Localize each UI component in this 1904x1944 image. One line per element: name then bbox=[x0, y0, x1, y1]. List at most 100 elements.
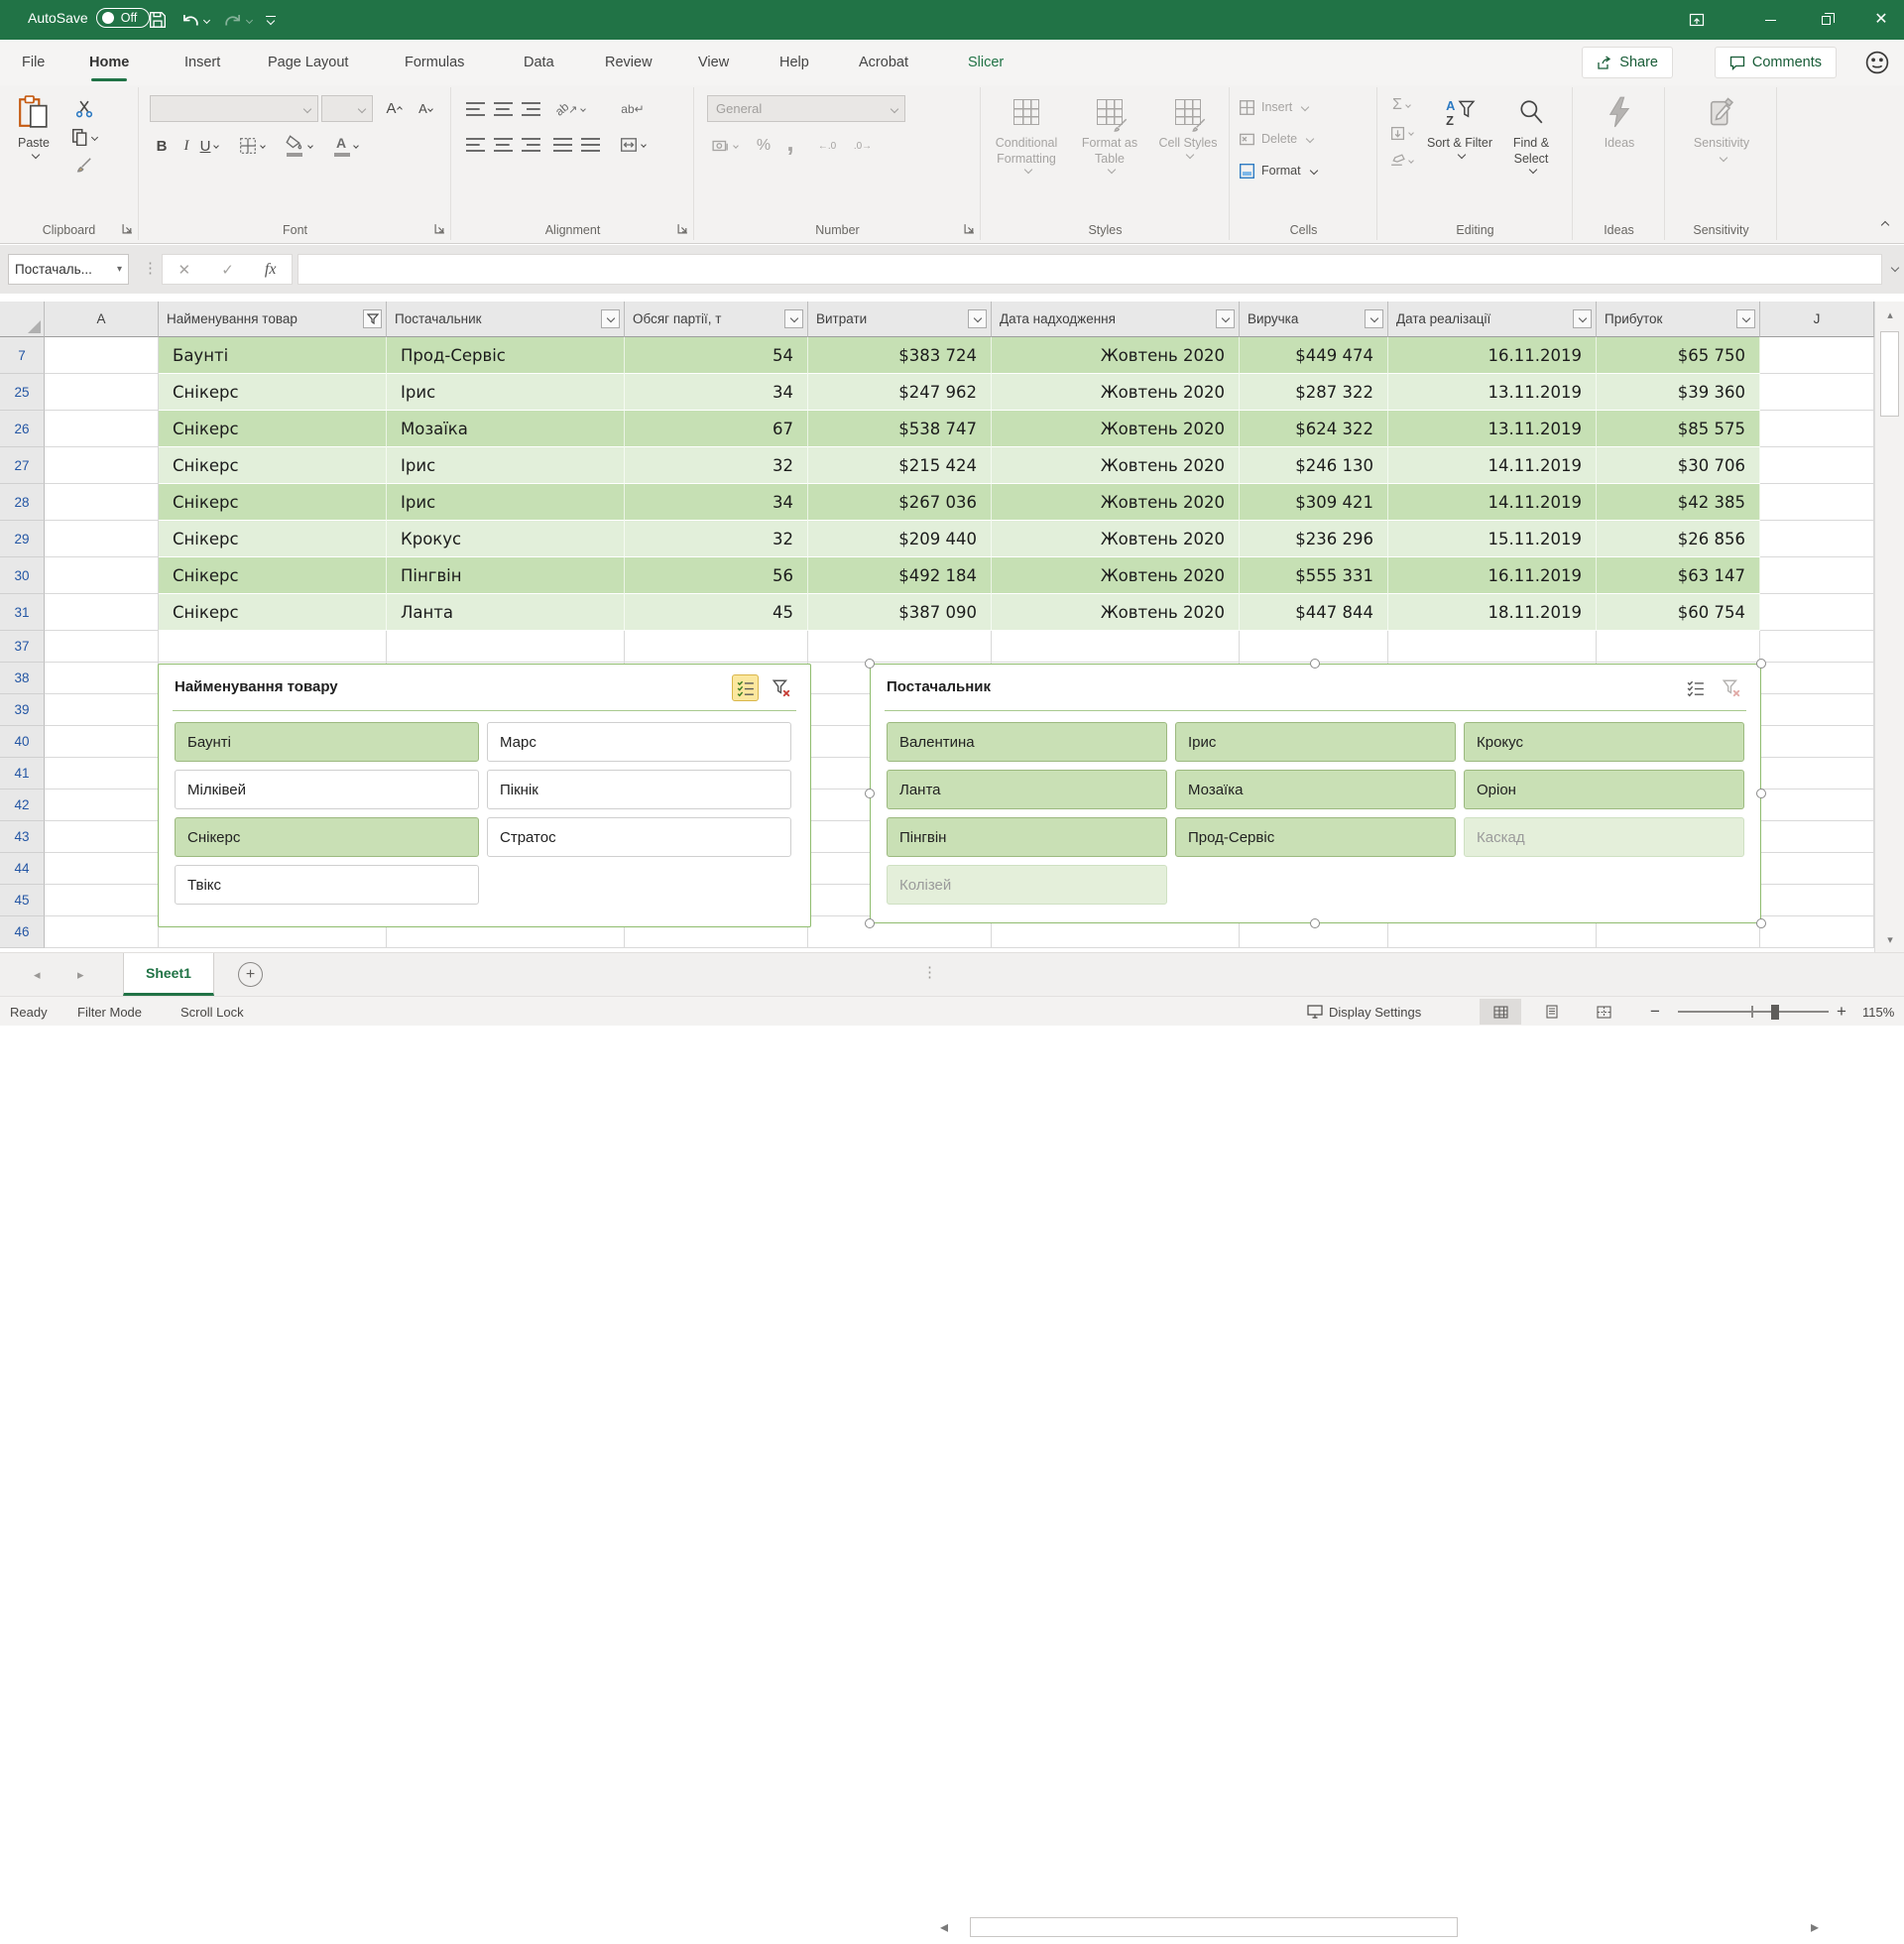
cell-product[interactable]: Снікерс bbox=[159, 521, 387, 557]
name-box[interactable]: Постачаль... ▾ bbox=[8, 254, 129, 285]
page-break-view-button[interactable] bbox=[1583, 999, 1624, 1025]
cell[interactable] bbox=[992, 631, 1240, 663]
vertical-scroll-thumb[interactable] bbox=[1880, 331, 1899, 417]
resize-handle[interactable] bbox=[1310, 659, 1320, 668]
slicer-item[interactable]: Баунті bbox=[175, 722, 479, 762]
copy-button[interactable] bbox=[71, 125, 97, 149]
resize-handle[interactable] bbox=[865, 659, 875, 668]
vertical-scrollbar[interactable]: ▴ ▾ bbox=[1874, 302, 1904, 952]
cell-revenue[interactable]: $555 331 bbox=[1240, 557, 1388, 594]
tab-scroll-splitter[interactable]: ⋮ bbox=[922, 963, 937, 981]
slicer-item[interactable]: Колізей bbox=[887, 865, 1167, 905]
zoom-out-button[interactable]: − bbox=[1650, 997, 1660, 1027]
cell-receipt-date[interactable]: Жовтень 2020 bbox=[992, 557, 1240, 594]
cell[interactable] bbox=[1760, 411, 1874, 447]
merge-center-button[interactable] bbox=[611, 133, 654, 157]
horizontal-scroll-thumb[interactable] bbox=[970, 1917, 1458, 1937]
cell[interactable] bbox=[45, 885, 159, 916]
scroll-down-button[interactable]: ▾ bbox=[1875, 926, 1904, 952]
borders-button[interactable] bbox=[235, 133, 269, 159]
row-number[interactable]: 25 bbox=[0, 374, 45, 411]
orientation-button[interactable]: ab ↗ bbox=[551, 97, 589, 121]
comma-style-button[interactable]: , bbox=[780, 129, 800, 155]
resize-handle[interactable] bbox=[1756, 789, 1766, 798]
cell-product[interactable]: Снікерс bbox=[159, 447, 387, 484]
cell[interactable] bbox=[387, 631, 625, 663]
sensitivity-button[interactable]: Sensitivity bbox=[1680, 93, 1763, 161]
font-size-combo[interactable] bbox=[321, 95, 373, 122]
cell[interactable] bbox=[45, 411, 159, 447]
scroll-up-button[interactable]: ▴ bbox=[1875, 302, 1904, 327]
cell-supplier[interactable]: Мозаїка bbox=[387, 411, 625, 447]
cell-profit[interactable]: $39 360 bbox=[1597, 374, 1760, 411]
row-number[interactable]: 39 bbox=[0, 694, 45, 726]
scroll-right-button[interactable]: ▸ bbox=[1811, 1917, 1819, 1937]
cell[interactable] bbox=[1760, 853, 1874, 885]
zoom-level-button[interactable]: 115% bbox=[1862, 997, 1894, 1027]
cell-receipt-date[interactable]: Жовтень 2020 bbox=[992, 484, 1240, 521]
tab-insert[interactable]: Insert bbox=[180, 40, 224, 85]
insert-cells-button[interactable]: Insert bbox=[1239, 95, 1308, 119]
cell-sale-date[interactable]: 16.11.2019 bbox=[1388, 557, 1597, 594]
filter-dropdown-button[interactable] bbox=[1365, 309, 1383, 328]
column-header-revenue[interactable]: Виручка bbox=[1240, 302, 1388, 337]
row-number[interactable]: 26 bbox=[0, 411, 45, 447]
resize-handle[interactable] bbox=[1756, 659, 1766, 668]
slicer-item[interactable]: Ланта bbox=[887, 770, 1167, 809]
cell[interactable] bbox=[45, 853, 159, 885]
ideas-button[interactable]: Ideas bbox=[1588, 93, 1651, 152]
cell-product[interactable]: Снікерс bbox=[159, 484, 387, 521]
cell-revenue[interactable]: $236 296 bbox=[1240, 521, 1388, 557]
cell[interactable] bbox=[45, 374, 159, 411]
slicer-item[interactable]: Стратос bbox=[487, 817, 791, 857]
feedback-smiley-button[interactable] bbox=[1864, 50, 1890, 75]
column-header-a[interactable]: A bbox=[45, 302, 159, 337]
cell-styles-button[interactable]: Cell Styles bbox=[1152, 93, 1224, 158]
name-box-splitter[interactable]: ⋮ bbox=[143, 259, 159, 277]
select-all-corner[interactable] bbox=[0, 302, 45, 337]
filter-dropdown-button[interactable] bbox=[1573, 309, 1592, 328]
cell-expenses[interactable]: $209 440 bbox=[808, 521, 992, 557]
cell-receipt-date[interactable]: Жовтень 2020 bbox=[992, 521, 1240, 557]
tab-home[interactable]: Home bbox=[85, 40, 133, 85]
cell-expenses[interactable]: $267 036 bbox=[808, 484, 992, 521]
align-left-button[interactable] bbox=[462, 133, 488, 157]
expand-formula-bar-button[interactable] bbox=[1891, 264, 1899, 272]
cell-volume[interactable]: 56 bbox=[625, 557, 808, 594]
collapse-ribbon-button[interactable] bbox=[1872, 216, 1894, 234]
horizontal-scrollbar[interactable]: ◂ ▸ bbox=[940, 1910, 1857, 1944]
tab-data[interactable]: Data bbox=[520, 40, 558, 85]
tab-acrobat[interactable]: Acrobat bbox=[855, 40, 912, 85]
cell-volume[interactable]: 34 bbox=[625, 374, 808, 411]
enter-button[interactable]: ✓ bbox=[221, 261, 234, 279]
prev-sheet-button[interactable]: ◂ bbox=[34, 953, 41, 996]
cell-product[interactable]: Снікерс bbox=[159, 374, 387, 411]
row-number[interactable]: 29 bbox=[0, 521, 45, 557]
cell-profit[interactable]: $42 385 bbox=[1597, 484, 1760, 521]
cell[interactable] bbox=[1760, 594, 1874, 631]
clear-button[interactable] bbox=[1384, 149, 1418, 173]
format-as-table-button[interactable]: Format as Table bbox=[1071, 93, 1148, 173]
cell-revenue[interactable]: $309 421 bbox=[1240, 484, 1388, 521]
tab-formulas[interactable]: Formulas bbox=[401, 40, 468, 85]
cell-supplier[interactable]: Прод-Сервіс bbox=[387, 337, 625, 374]
sheet-tab-sheet1[interactable]: Sheet1 bbox=[123, 953, 214, 996]
cell-sale-date[interactable]: 18.11.2019 bbox=[1388, 594, 1597, 631]
clipboard-dialog-launcher[interactable] bbox=[122, 223, 133, 234]
format-painter-button[interactable] bbox=[71, 153, 97, 177]
cell-profit[interactable]: $63 147 bbox=[1597, 557, 1760, 594]
cell-profit[interactable]: $85 575 bbox=[1597, 411, 1760, 447]
cell-expenses[interactable]: $383 724 bbox=[808, 337, 992, 374]
slicer-item[interactable]: Мозаїка bbox=[1175, 770, 1456, 809]
row-number[interactable]: 42 bbox=[0, 790, 45, 821]
decrease-indent-button[interactable] bbox=[549, 133, 575, 157]
slicer-item[interactable]: Крокус bbox=[1464, 722, 1744, 762]
resize-handle[interactable] bbox=[1756, 918, 1766, 928]
zoom-slider-track[interactable] bbox=[1678, 1011, 1829, 1013]
filter-dropdown-button[interactable] bbox=[1736, 309, 1755, 328]
sort-filter-button[interactable]: A Z Sort & Filter bbox=[1426, 93, 1493, 158]
cell-supplier[interactable]: Пінгвін bbox=[387, 557, 625, 594]
number-dialog-launcher[interactable] bbox=[964, 223, 975, 234]
font-name-combo[interactable] bbox=[150, 95, 318, 122]
resize-handle[interactable] bbox=[865, 789, 875, 798]
